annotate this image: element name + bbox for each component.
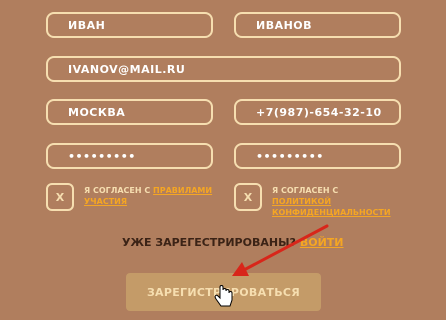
phone-field[interactable]: +7(987)-654-32-10 [234, 99, 401, 125]
login-link[interactable]: ВОЙТИ [300, 236, 344, 249]
privacy-checkbox-mark: X [243, 190, 253, 204]
email-value: IVANOV@MAIL.RU [68, 62, 186, 76]
register-button[interactable]: ЗАРЕГИСТРИРОВАТЬСЯ [126, 273, 321, 311]
login-question: УЖЕ ЗАРЕГЕСТРИРОВАНЫ? [122, 236, 296, 249]
password-value: ••••••••• [68, 149, 136, 163]
last-name-field[interactable]: ИВАНОВ [234, 12, 401, 38]
rules-agreement-prefix: Я СОГЛАСЕН С [84, 186, 154, 195]
register-button-label: ЗАРЕГИСТРИРОВАТЬСЯ [146, 285, 301, 299]
rules-checkbox[interactable]: X [46, 183, 74, 211]
password-field[interactable]: ••••••••• [46, 143, 213, 169]
city-value: МОСКВА [68, 105, 126, 119]
first-name-value: ИВАН [68, 18, 106, 32]
password-confirm-field[interactable]: ••••••••• [234, 143, 401, 169]
privacy-agreement-text: Я СОГЛАСЕН С ПОЛИТИКОЙ КОНФИДЕНЦИАЛЬНОСТ… [272, 185, 400, 218]
phone-value: +7(987)-654-32-10 [256, 105, 382, 119]
password-confirm-value: ••••••••• [256, 149, 324, 163]
privacy-link[interactable]: ПОЛИТИКОЙ КОНФИДЕНЦИАЛЬНОСТИ [272, 197, 391, 217]
rules-agreement-text: Я СОГЛАСЕН С ПРАВИЛАМИ УЧАСТИЯ [84, 185, 214, 207]
login-prompt: УЖЕ ЗАРЕГЕСТРИРОВАНЫ? ВОЙТИ [122, 236, 344, 249]
privacy-checkbox[interactable]: X [234, 183, 262, 211]
last-name-value: ИВАНОВ [256, 18, 313, 32]
email-field[interactable]: IVANOV@MAIL.RU [46, 56, 401, 82]
rules-checkbox-mark: X [55, 190, 65, 204]
city-field[interactable]: МОСКВА [46, 99, 213, 125]
privacy-agreement-prefix: Я СОГЛАСЕН С [272, 186, 339, 195]
first-name-field[interactable]: ИВАН [46, 12, 213, 38]
